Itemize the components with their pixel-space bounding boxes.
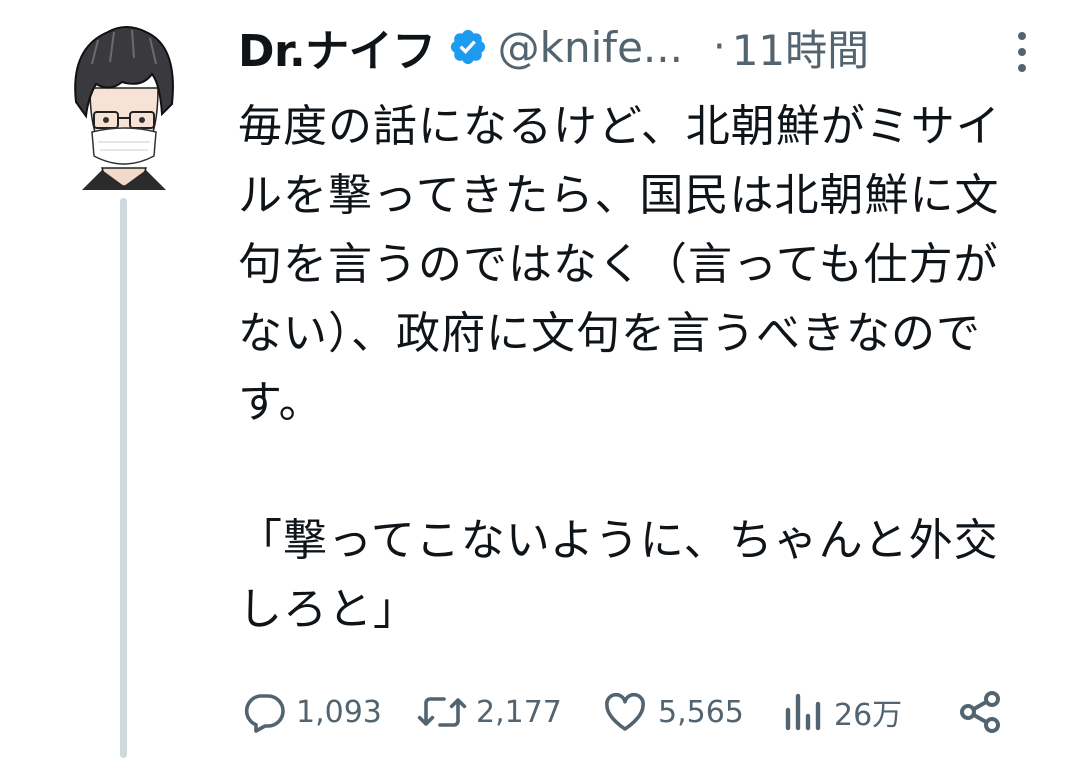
- reply-icon: [244, 694, 285, 733]
- thread-line: [120, 198, 127, 758]
- retweet-count: 2,177: [476, 694, 562, 730]
- views-button[interactable]: 26万: [782, 684, 902, 740]
- views-icon: [785, 693, 821, 731]
- like-button[interactable]: 5,565: [600, 684, 744, 740]
- heart-icon: [605, 692, 645, 731]
- avatar-column: [62, 18, 186, 758]
- display-name[interactable]: Dr.ナイフ: [238, 15, 436, 79]
- separator-dot: ·: [712, 24, 726, 70]
- more-vertical-icon[interactable]: [1014, 30, 1030, 74]
- tweet-actions: 1,093 2,177 5,565 26万: [238, 684, 1038, 740]
- share-button[interactable]: [956, 684, 1004, 740]
- views-count: 26万: [834, 698, 903, 733]
- tweet-content: Dr.ナイフ @knife... · 11時間 毎度の話になるけど、北朝鮮がミサ…: [238, 16, 1038, 644]
- retweet-icon: [417, 697, 467, 727]
- handle[interactable]: @knife...: [498, 23, 683, 72]
- avatar[interactable]: [62, 18, 186, 190]
- reply-button[interactable]: 1,093: [240, 684, 382, 740]
- tweet-header: Dr.ナイフ @knife... · 11時間: [238, 16, 1038, 78]
- verified-badge-icon: [450, 29, 485, 65]
- share-icon: [960, 691, 1000, 733]
- reply-count: 1,093: [296, 694, 382, 730]
- retweet-button[interactable]: 2,177: [416, 684, 562, 740]
- like-count: 5,565: [658, 694, 744, 730]
- tweet-text: 毎度の話になるけど、北朝鮮がミサイルを撃ってきたら、国民は北朝鮮に文句を言うので…: [238, 101, 1001, 635]
- timestamp[interactable]: 11時間: [732, 17, 869, 78]
